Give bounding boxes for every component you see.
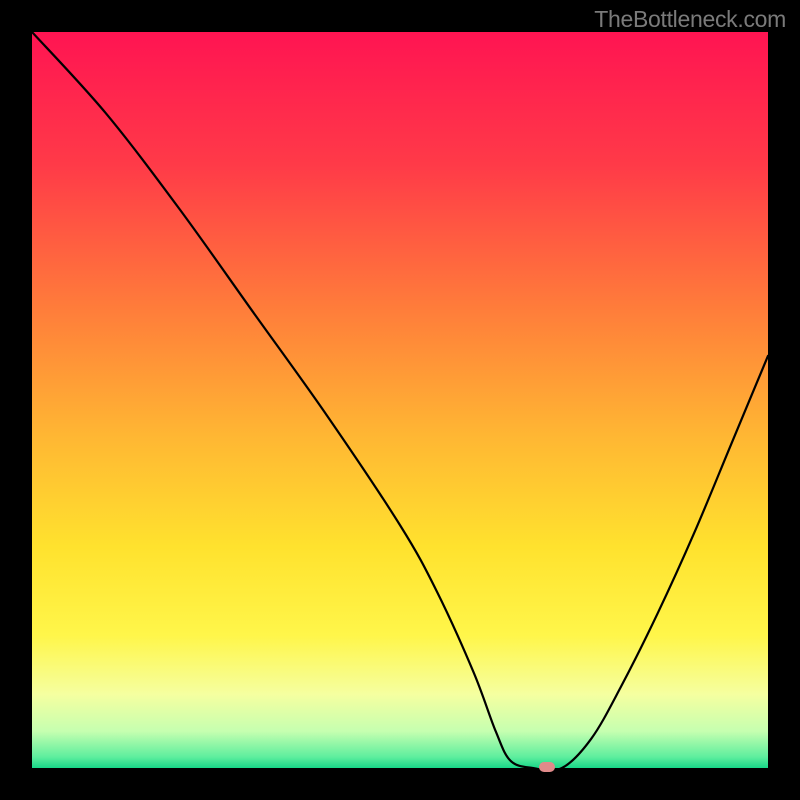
watermark-text: TheBottleneck.com <box>594 6 786 33</box>
plot-area <box>32 32 768 768</box>
bottleneck-curve <box>32 32 768 768</box>
optimal-point-marker <box>539 762 555 772</box>
